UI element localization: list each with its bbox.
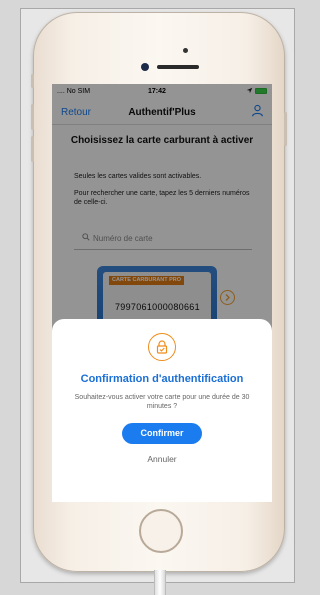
volume-down-button <box>31 136 34 162</box>
front-camera <box>183 48 188 53</box>
proximity-sensor <box>141 63 149 71</box>
cancel-button[interactable]: Annuler <box>52 454 272 464</box>
volume-up-button <box>31 104 34 130</box>
confirmation-sheet: Confirmation d'authentification Souhaite… <box>52 319 272 502</box>
mute-switch <box>31 74 34 88</box>
confirmation-message: Souhaitez-vous activer votre carte pour … <box>74 394 250 410</box>
earpiece-speaker <box>157 65 199 69</box>
home-button[interactable] <box>139 509 183 553</box>
lock-icon <box>148 333 176 361</box>
power-button <box>284 112 287 146</box>
charging-cable <box>154 570 166 595</box>
confirmation-title: Confirmation d'authentification <box>80 373 244 385</box>
confirm-button[interactable]: Confirmer <box>122 423 202 444</box>
phone-screen: .... No SIM 17:42 Retour Authentif'Plus … <box>52 84 272 502</box>
